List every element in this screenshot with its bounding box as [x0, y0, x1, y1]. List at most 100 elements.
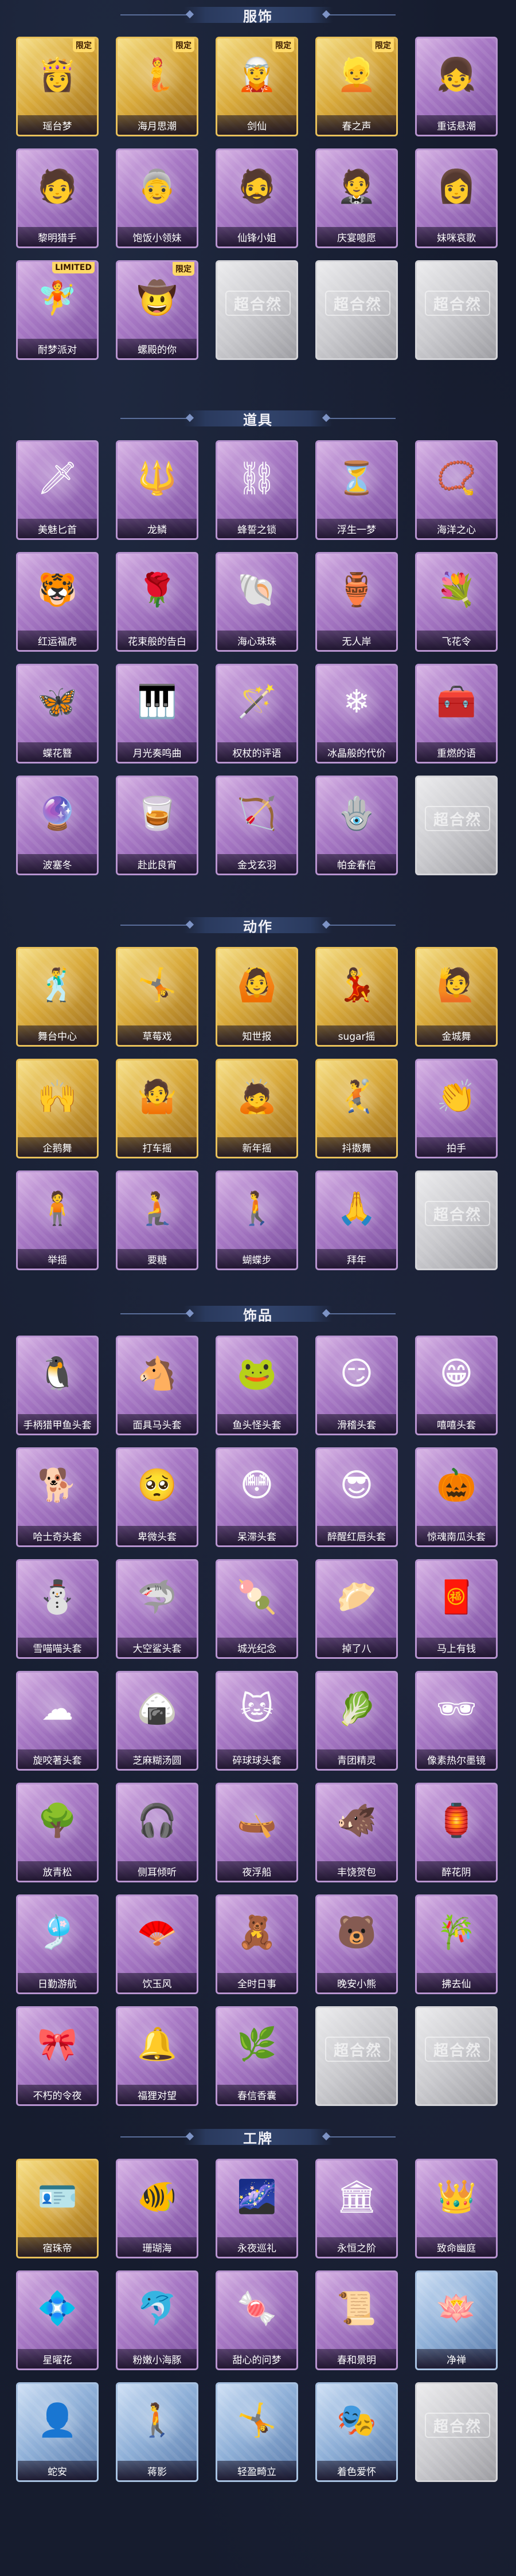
item-card[interactable]: 🌿 春信香囊	[216, 2006, 298, 2106]
item-card[interactable]: 🥺 卑微头套	[116, 1447, 198, 1547]
item-card[interactable]: 🧸 全时日事	[216, 1894, 298, 1994]
item-card[interactable]: 😎 醉醒红唇头套	[315, 1447, 398, 1547]
item-card[interactable]: 🌌 永夜巡礼	[216, 2159, 298, 2258]
item-card[interactable]: 🤷 打车摇	[116, 1059, 198, 1158]
item-card[interactable]: 🪷 净禅	[415, 2270, 498, 2370]
item-card[interactable]: 👱 春之声 限定	[315, 37, 398, 136]
item-card[interactable]: 🗡 美魅匕首	[16, 440, 99, 540]
item-card[interactable]: 🐗 丰饶贺包	[315, 1783, 398, 1882]
item-card[interactable]: 🍡 城光纪念	[216, 1559, 298, 1659]
item-card[interactable]: 🦈 大空鲨头套	[116, 1559, 198, 1659]
item-card[interactable]: ☁ 旋咬著头套	[16, 1671, 99, 1771]
item-card[interactable]: 🙇 新年摇	[216, 1059, 298, 1158]
item-card[interactable]: 💐 飞花令	[415, 552, 498, 652]
item-card[interactable]: 🙋 金城舞	[415, 947, 498, 1047]
item-card[interactable]: 👧 重话悬潮	[415, 37, 498, 136]
item-card[interactable]: 🙆 知世报	[216, 947, 298, 1047]
item-card[interactable]: 🐬 粉嫩小海豚	[116, 2270, 198, 2370]
item-card[interactable]: 👏 拍手	[415, 1059, 498, 1158]
item-card[interactable]: 🦋 蝶花簪	[16, 664, 99, 764]
item-card[interactable]: 🪭 饮玉风	[116, 1894, 198, 1994]
item-card[interactable]: 🤸 草莓戏	[116, 947, 198, 1047]
item-card[interactable]: 👩 妹咪哀歌	[415, 148, 498, 248]
item-card[interactable]: 🍙 芝麻糊汤圆	[116, 1671, 198, 1771]
item-card[interactable]: ❄ 冰晶般的代价	[315, 664, 398, 764]
item-card[interactable]: 👸 瑶台梦 限定	[16, 37, 99, 136]
item-card[interactable]: 🔮 波塞冬	[16, 776, 99, 875]
item-card[interactable]: 🧎 要糖	[116, 1170, 198, 1270]
item-card[interactable]: 🥃 赴此良宵	[116, 776, 198, 875]
item-card[interactable]: 😏 滑稽头套	[315, 1336, 398, 1435]
item-card[interactable]: 🧜 海月思潮 限定	[116, 37, 198, 136]
item-card[interactable]: 🌹 花束般的告白	[116, 552, 198, 652]
item-card[interactable]: 🛶 夜浮船	[216, 1783, 298, 1882]
item-card[interactable]: 🐻 晚安小熊	[315, 1894, 398, 1994]
item-card[interactable]: 🪬 帕金春信	[315, 776, 398, 875]
item-card[interactable]: 🧔 仙锋小姐	[216, 148, 298, 248]
item-card[interactable]: 🔔 福狸对望	[116, 2006, 198, 2106]
item-card[interactable]: 🙏 拜年	[315, 1170, 398, 1270]
item-card[interactable]: 🎭 着色爱怀	[315, 2382, 398, 2482]
item-card[interactable]: 🧑 黎明猎手	[16, 148, 99, 248]
item-card[interactable]: 🌳 放青松	[16, 1783, 99, 1882]
item-card[interactable]: 📜 春和景明	[315, 2270, 398, 2370]
empty-item-card[interactable]: 超合然	[415, 776, 498, 875]
item-card[interactable]: 🎧 侧耳倾听	[116, 1783, 198, 1882]
item-card[interactable]: 🥬 青团精灵	[315, 1671, 398, 1771]
item-card[interactable]: 🐠 珊瑚海	[116, 2159, 198, 2258]
item-card[interactable]: 😳 呆滞头套	[216, 1447, 298, 1547]
empty-item-card[interactable]: 超合然	[415, 1170, 498, 1270]
item-card[interactable]: 💠 星曜花	[16, 2270, 99, 2370]
item-card[interactable]: 🪪 宿珠帝	[16, 2159, 99, 2258]
item-card[interactable]: 👑 致命幽庭	[415, 2159, 498, 2258]
item-card[interactable]: 🎐 日勤游航	[16, 1894, 99, 1994]
empty-item-card[interactable]: 超合然	[315, 2006, 398, 2106]
item-card[interactable]: 🧧 马上有钱	[415, 1559, 498, 1659]
item-card[interactable]: ⛄ 雪喵喵头套	[16, 1559, 99, 1659]
item-card[interactable]: 🍬 甜心的问梦	[216, 2270, 298, 2370]
item-card[interactable]: 🏛 永恒之阶	[315, 2159, 398, 2258]
item-card[interactable]: 💃 sugar摇	[315, 947, 398, 1047]
item-card[interactable]: 👤 蛇安	[16, 2382, 99, 2482]
item-card[interactable]: 🏺 无人岸	[315, 552, 398, 652]
item-card[interactable]: 🚶 蒋影	[116, 2382, 198, 2482]
item-card[interactable]: 🐴 面具马头套	[116, 1336, 198, 1435]
item-card[interactable]: 🧚 耐梦派对 LIMITED	[16, 260, 99, 360]
item-card[interactable]: 🧰 重燃的语	[415, 664, 498, 764]
item-card[interactable]: 🐯 红运福虎	[16, 552, 99, 652]
item-card[interactable]: ⏳ 浮生一梦	[315, 440, 398, 540]
empty-item-card[interactable]: 超合然	[216, 260, 298, 360]
item-card[interactable]: 🙌 企鹅舞	[16, 1059, 99, 1158]
item-card[interactable]: 🔱 龙鳞	[116, 440, 198, 540]
item-card[interactable]: 🏹 金戈玄羽	[216, 776, 298, 875]
item-card[interactable]: 👵 饱饭小领妹	[116, 148, 198, 248]
item-card[interactable]: 🎋 拂去仙	[415, 1894, 498, 1994]
item-card[interactable]: 🥟 掉了八	[315, 1559, 398, 1659]
empty-item-card[interactable]: 超合然	[415, 2382, 498, 2482]
item-card[interactable]: ⛓ 蜂誓之锁	[216, 440, 298, 540]
empty-item-card[interactable]: 超合然	[315, 260, 398, 360]
item-card[interactable]: 🐸 鱼头怪头套	[216, 1336, 298, 1435]
item-card[interactable]: 🎃 惊魂南瓜头套	[415, 1447, 498, 1547]
item-card[interactable]: 🕶 像素热尔墨镜	[415, 1671, 498, 1771]
item-card[interactable]: 🐧 手柄猎甲鱼头套	[16, 1336, 99, 1435]
item-card[interactable]: 🧍 举摇	[16, 1170, 99, 1270]
item-card[interactable]: 📿 海洋之心	[415, 440, 498, 540]
item-card[interactable]: 🕺 舞台中心	[16, 947, 99, 1047]
item-card[interactable]: 🤸 轻盈畸立	[216, 2382, 298, 2482]
item-card[interactable]: 😁 嘻嘻头套	[415, 1336, 498, 1435]
item-card[interactable]: 🎹 月光奏鸣曲	[116, 664, 198, 764]
item-card[interactable]: 🐕 哈士奇头套	[16, 1447, 99, 1547]
empty-item-card[interactable]: 超合然	[415, 260, 498, 360]
item-card[interactable]: 🤾 抖擞舞	[315, 1059, 398, 1158]
item-card[interactable]: 🚶 蝴蝶步	[216, 1170, 298, 1270]
item-card[interactable]: 🤠 螺殿的你 限定	[116, 260, 198, 360]
item-card[interactable]: 🧝 剑仙 限定	[216, 37, 298, 136]
item-card[interactable]: 🎀 不朽的令夜	[16, 2006, 99, 2106]
item-card[interactable]: 🐚 海心珠珠	[216, 552, 298, 652]
item-card[interactable]: 🏮 醉花阴	[415, 1783, 498, 1882]
item-card[interactable]: 🪄 权杖的评语	[216, 664, 298, 764]
empty-item-card[interactable]: 超合然	[415, 2006, 498, 2106]
item-card[interactable]: 🐱 碎球球头套	[216, 1671, 298, 1771]
item-card[interactable]: 🤵 庆宴噫愿	[315, 148, 398, 248]
